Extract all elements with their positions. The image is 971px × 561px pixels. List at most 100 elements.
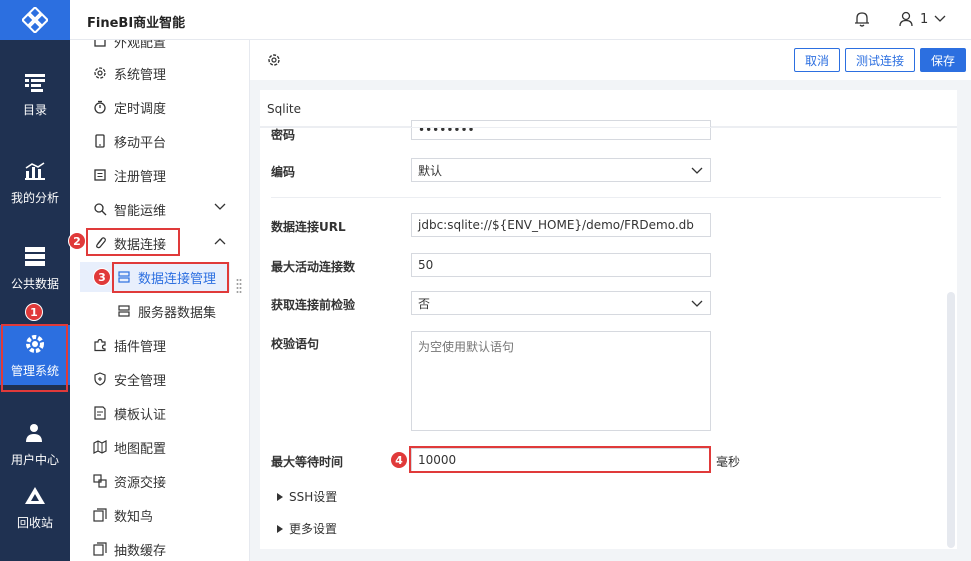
validation-query-textarea[interactable] — [411, 331, 711, 431]
database-icon — [23, 245, 47, 269]
timer-icon — [92, 99, 108, 115]
callout-badge-4: 4 — [390, 451, 408, 469]
nav-label: 插件管理 — [114, 339, 167, 355]
nav-label: 外观配置 — [114, 40, 167, 51]
max-active-label: 最大活动连接数 — [271, 260, 356, 274]
notification-bell-icon[interactable] — [854, 11, 870, 31]
admin-nav: 外观配置 系统管理 定时调度 移动平台 注册管理 智能运维 数据连接 数据连接管… — [70, 40, 250, 561]
ssh-label: SSH设置 — [289, 490, 338, 504]
user-outline-icon — [899, 11, 913, 27]
chevron-down-icon — [934, 15, 946, 22]
rail-label: 公共数据 — [10, 276, 59, 291]
test-connection-button[interactable]: 测试连接 — [845, 48, 915, 72]
copy-icon — [92, 507, 108, 523]
callout-badge-1: 1 — [25, 303, 43, 321]
nav-item-template-auth[interactable]: 模板认证 — [70, 398, 249, 428]
nav-item-appearance[interactable]: 外观配置 — [70, 40, 249, 56]
nav-item-registration[interactable]: 注册管理 — [70, 160, 249, 190]
url-input[interactable]: jdbc:sqlite://${ENV_HOME}/demo/FRDemo.db — [411, 213, 711, 237]
cancel-button[interactable]: 取消 — [794, 48, 840, 72]
nav-label: 服务器数据集 — [138, 305, 217, 321]
nav-label: 抽数缓存 — [114, 543, 167, 559]
nav-label: 地图配置 — [114, 441, 167, 457]
highlight-data-connection — [86, 228, 180, 256]
app-logo[interactable] — [0, 0, 70, 40]
recycle-icon — [23, 484, 47, 508]
nav-item-extract-cache[interactable]: 抽数缓存 — [70, 534, 249, 561]
dataset-icon — [116, 303, 132, 319]
ssh-settings-toggle[interactable]: SSH设置 — [277, 488, 337, 505]
save-button[interactable]: 保存 — [920, 48, 966, 72]
nav-item-mobile[interactable]: 移动平台 — [70, 126, 249, 156]
more-label: 更多设置 — [289, 522, 338, 536]
connection-form-panel: Sqlite 密码 •••••••• 编码 默认 数据连接URL jdbc:sq… — [260, 90, 957, 549]
nav-item-security[interactable]: 安全管理 — [70, 364, 249, 394]
password-value: •••••••• — [418, 123, 475, 137]
nav-item-shuzhiniao[interactable]: 数知鸟 — [70, 500, 249, 530]
caret-right-icon — [277, 524, 283, 533]
password-input[interactable]: •••••••• — [411, 120, 711, 140]
nav-label: 数知鸟 — [114, 509, 154, 525]
nav-item-smart-ops[interactable]: 智能运维 — [70, 194, 249, 224]
nav-label: 定时调度 — [114, 101, 167, 117]
chart-icon — [23, 159, 47, 183]
cache-icon — [92, 541, 108, 557]
validate-value: 否 — [418, 296, 431, 311]
chevron-down-icon — [691, 167, 703, 174]
highlight-max-wait — [409, 446, 711, 473]
registration-icon — [92, 167, 108, 183]
nav-label: 移动平台 — [114, 135, 167, 151]
catalog-icon — [23, 71, 47, 95]
chevron-down-icon — [214, 203, 226, 210]
gear-icon — [92, 65, 108, 81]
rail-label: 目录 — [22, 102, 47, 117]
caret-right-icon — [277, 492, 283, 501]
panel-title: Sqlite — [267, 102, 301, 116]
nav-label: 资源交接 — [114, 475, 167, 491]
encoding-label: 编码 — [271, 165, 296, 179]
callout-badge-3: 3 — [93, 268, 111, 286]
top-bar: FineBI商业智能 1 — [70, 0, 971, 40]
highlight-connection-management — [112, 262, 229, 293]
resize-handle-icon[interactable] — [236, 278, 242, 294]
edit-toolbar: 取消 测试连接 保存 — [250, 40, 971, 80]
max-active-input[interactable]: 50 — [411, 253, 711, 277]
nav-label: 安全管理 — [114, 373, 167, 389]
nav-item-map-config[interactable]: 地图配置 — [70, 432, 249, 462]
rail-label: 回收站 — [16, 515, 53, 530]
rail-item-recycle-bin[interactable]: 回收站 — [0, 477, 70, 537]
max-wait-unit: 毫秒 — [716, 455, 741, 469]
rail-item-public-data[interactable]: 公共数据 — [0, 238, 70, 298]
appearance-icon — [92, 40, 108, 49]
rail-item-catalog[interactable]: 目录 — [0, 64, 70, 124]
max-wait-label: 最大等待时间 — [271, 455, 344, 469]
divider — [260, 127, 957, 128]
nav-item-schedule[interactable]: 定时调度 — [70, 92, 249, 122]
nav-label: 模板认证 — [114, 407, 167, 423]
puzzle-icon — [92, 337, 108, 353]
nav-item-resource-handover[interactable]: 资源交接 — [70, 466, 249, 496]
shield-icon — [92, 371, 108, 387]
nav-item-plugins[interactable]: 插件管理 — [70, 330, 249, 360]
chevron-up-icon — [214, 238, 226, 245]
vertical-scrollbar[interactable] — [947, 292, 955, 548]
url-label: 数据连接URL — [271, 220, 346, 234]
settings-gear-icon[interactable] — [267, 53, 281, 71]
app-title: FineBI商业智能 — [87, 16, 186, 31]
user-menu[interactable]: 1 — [898, 11, 946, 27]
nav-item-system[interactable]: 系统管理 — [70, 58, 249, 88]
ops-icon — [92, 201, 108, 217]
more-settings-toggle[interactable]: 更多设置 — [277, 520, 337, 537]
rail-label: 用户中心 — [10, 452, 59, 467]
nav-label: 注册管理 — [114, 169, 167, 185]
rail-item-my-analysis[interactable]: 我的分析 — [0, 152, 70, 212]
map-icon — [92, 439, 108, 455]
left-rail: 目录 我的分析 公共数据 管理系统 用户中心 回收站 — [0, 0, 70, 561]
rail-item-user-center[interactable]: 用户中心 — [0, 414, 70, 474]
nav-item-server-dataset[interactable]: 服务器数据集 — [70, 296, 249, 326]
highlight-admin-system — [1, 324, 68, 392]
validate-select[interactable]: 否 — [411, 291, 711, 315]
encoding-value: 默认 — [418, 163, 443, 178]
encoding-select[interactable]: 默认 — [411, 158, 711, 182]
max-active-value: 50 — [418, 258, 434, 272]
